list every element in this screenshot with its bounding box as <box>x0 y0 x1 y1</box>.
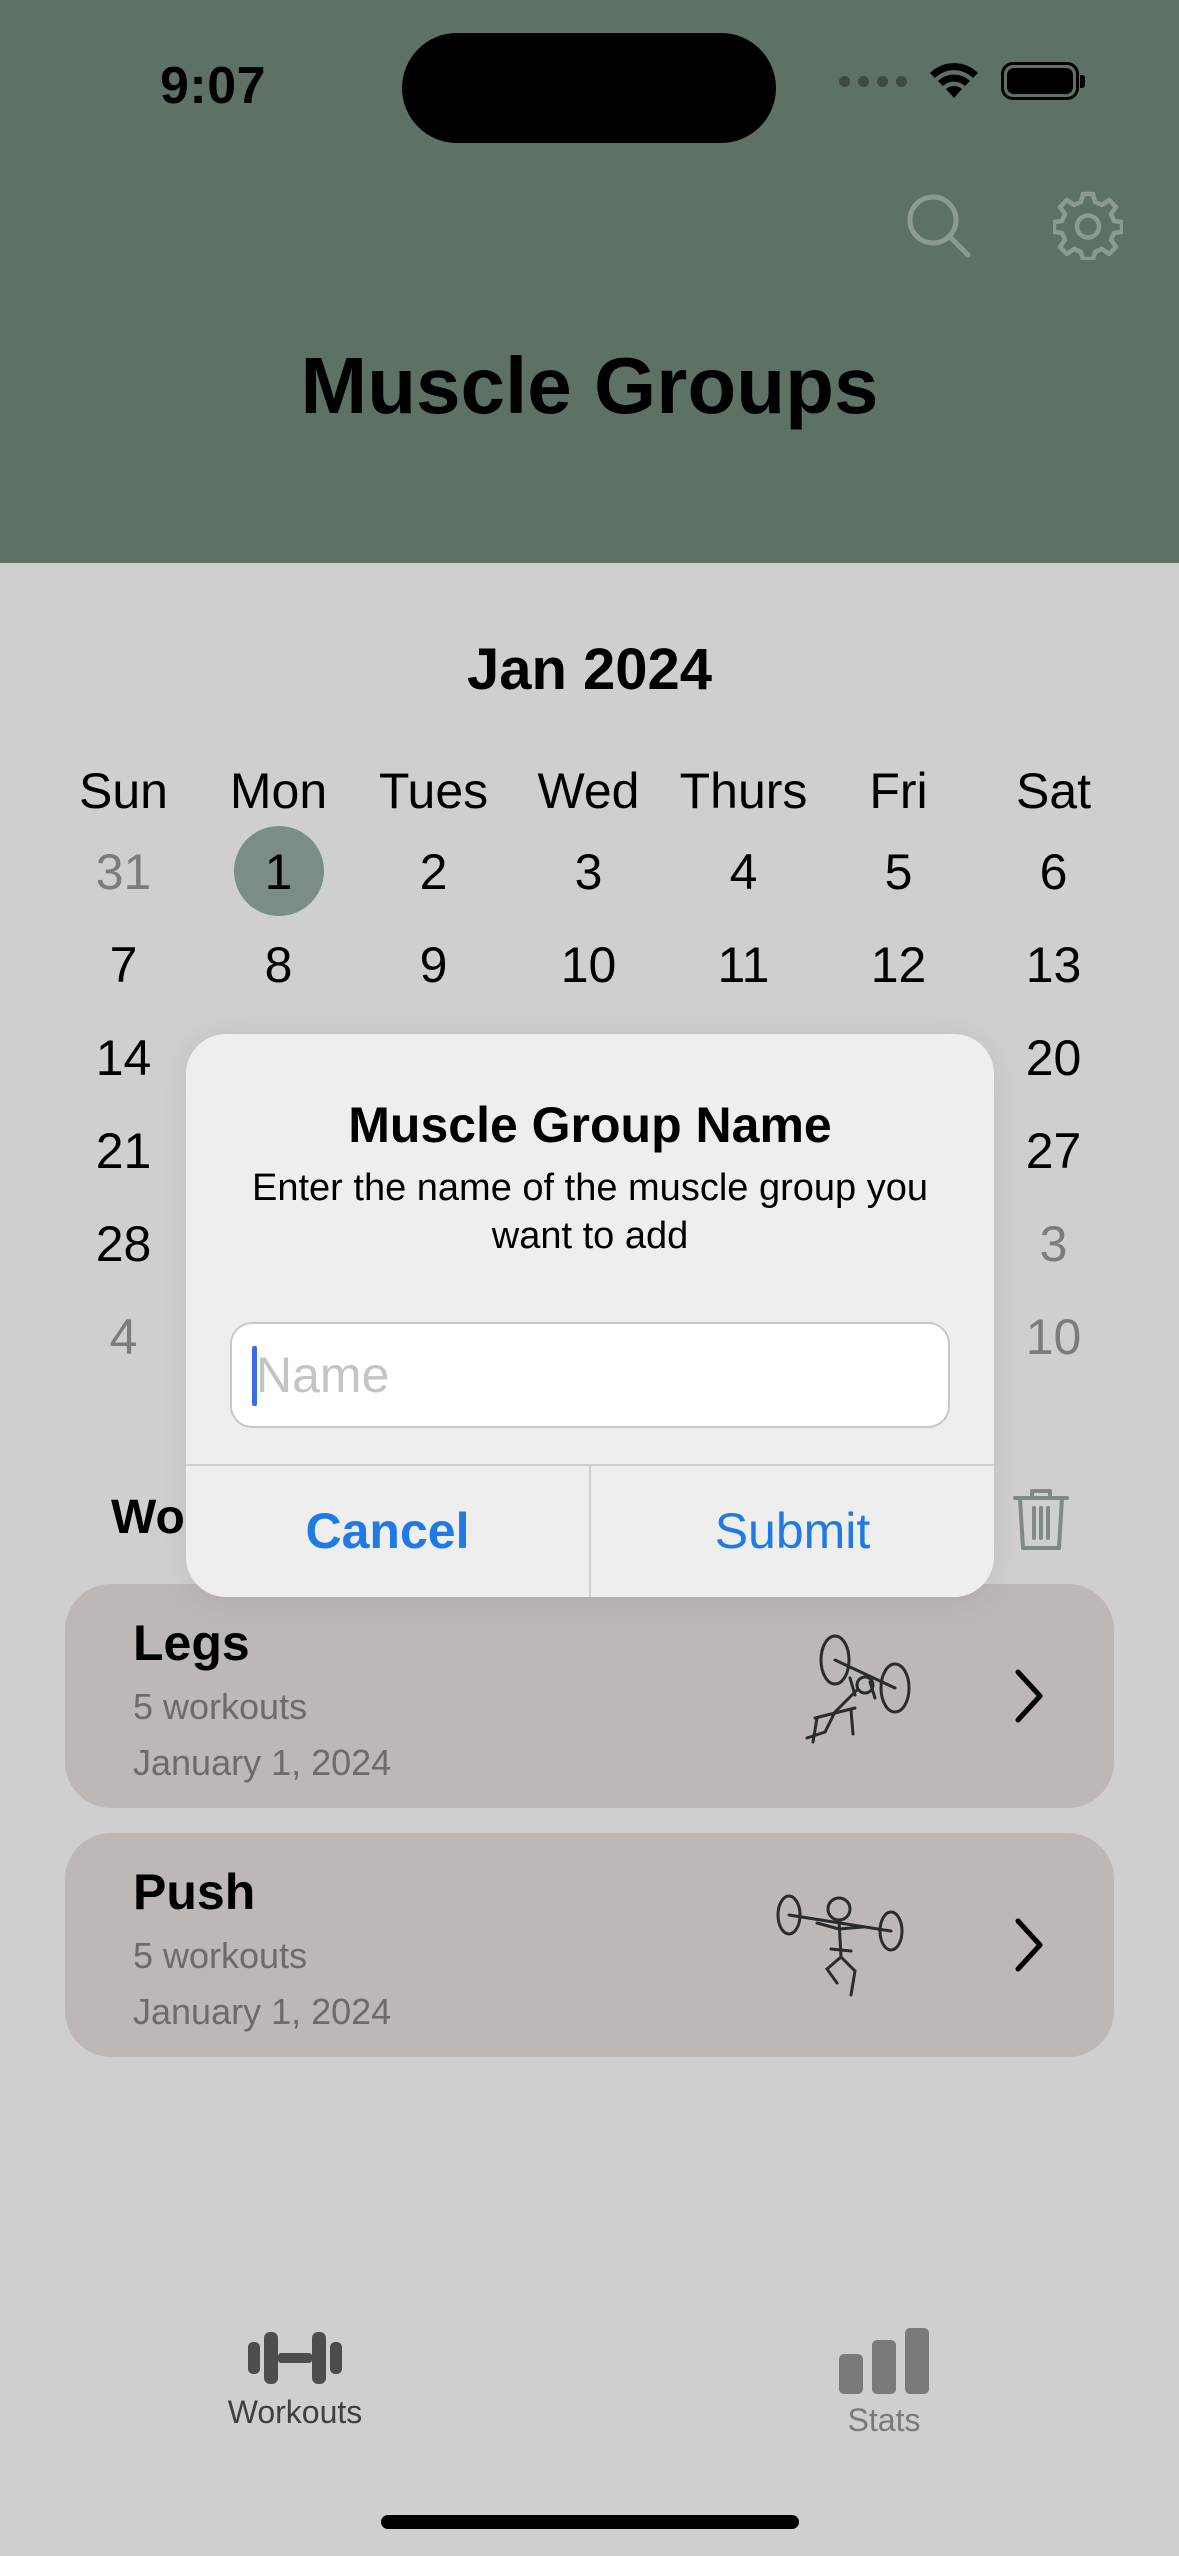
battery-icon <box>1001 62 1085 100</box>
page-title: Muscle Groups <box>300 341 879 430</box>
calendar-day[interactable]: 31 <box>46 826 201 919</box>
name-input[interactable] <box>230 1322 950 1428</box>
dialog-message: Enter the name of the muscle group you w… <box>252 1167 928 1257</box>
calendar-day[interactable]: 10 <box>976 1291 1131 1384</box>
card-title: Legs <box>133 1615 250 1671</box>
tab-label: Stats <box>847 2402 921 2438</box>
card-workout-count: 5 workouts <box>133 1935 308 1976</box>
calendar-weekdays: Sun Mon Tues Wed Thurs Fri Sat <box>46 762 1131 820</box>
bench-press-sketch-icon <box>805 1634 911 1744</box>
calendar-day[interactable]: 21 <box>46 1105 201 1198</box>
wifi-icon <box>930 63 978 98</box>
card-title: Push <box>133 1864 256 1920</box>
tab-stats[interactable]: Stats <box>734 2300 1034 2439</box>
calendar-day[interactable]: 8 <box>201 919 356 1012</box>
workouts-section-title: Wo <box>111 1491 185 1544</box>
calendar-day[interactable]: 6 <box>976 826 1131 919</box>
tab-label: Workouts <box>227 2394 363 2430</box>
calendar-day[interactable]: 14 <box>46 1012 201 1105</box>
weekday-label: Mon <box>229 763 328 819</box>
calendar-day[interactable]: 3 <box>511 826 666 919</box>
trash-icon[interactable] <box>1012 1488 1070 1552</box>
calendar-day[interactable]: 10 <box>511 919 666 1012</box>
submit-button[interactable]: Submit <box>591 1465 994 1597</box>
calendar-day[interactable]: 13 <box>976 919 1131 1012</box>
muscle-group-card[interactable]: Push 5 workouts January 1, 2024 <box>65 1833 1114 2057</box>
status-indicators <box>839 62 1085 100</box>
calendar-day[interactable]: 5 <box>821 826 976 919</box>
card-workout-count: 5 workouts <box>133 1686 308 1727</box>
chevron-right-icon <box>1015 1669 1043 1723</box>
calendar-day[interactable]: 9 <box>356 919 511 1012</box>
cancel-button[interactable]: Cancel <box>186 1465 589 1597</box>
weekday-label: Wed <box>537 763 640 819</box>
weekday-label: Thurs <box>679 763 808 819</box>
text-cursor <box>252 1346 257 1406</box>
calendar-day[interactable]: 3 <box>976 1198 1131 1291</box>
card-date: January 1, 2024 <box>133 1742 392 1783</box>
calendar-day[interactable]: 4 <box>46 1291 201 1384</box>
weekday-label: Fri <box>869 763 928 819</box>
overhead-press-sketch-icon <box>776 1894 904 1997</box>
status-time: 9:07 <box>160 57 267 115</box>
muscle-group-card[interactable]: Legs 5 workouts January 1, 2024 <box>65 1584 1114 1808</box>
weekday-label: Sun <box>79 763 168 819</box>
calendar-day-selected[interactable]: 1 <box>201 826 356 919</box>
gear-icon[interactable] <box>1053 190 1123 260</box>
calendar-day[interactable]: 7 <box>46 919 201 1012</box>
search-icon[interactable] <box>903 190 973 260</box>
calendar-day[interactable]: 4 <box>666 826 821 919</box>
muscle-group-name-dialog: Muscle Group Name Enter the name of the … <box>186 1034 994 1597</box>
calendar-day[interactable]: 12 <box>821 919 976 1012</box>
calendar-month: Jan 2024 <box>466 637 713 702</box>
dumbbell-icon <box>248 2332 342 2384</box>
dynamic-island <box>402 33 776 143</box>
calendar-day[interactable]: 28 <box>46 1198 201 1291</box>
calendar-day[interactable]: 2 <box>356 826 511 919</box>
cellular-signal-icon <box>839 75 907 87</box>
chevron-right-icon <box>1015 1918 1043 1972</box>
bar-chart-icon <box>839 2328 929 2394</box>
calendar-day[interactable]: 27 <box>976 1105 1131 1198</box>
home-indicator <box>381 2515 799 2529</box>
calendar-day[interactable]: 11 <box>666 919 821 1012</box>
tab-workouts[interactable]: Workouts <box>145 2300 445 2431</box>
calendar-day[interactable]: 20 <box>976 1012 1131 1105</box>
dialog-title: Muscle Group Name <box>348 1097 832 1153</box>
weekday-label: Tues <box>378 763 489 819</box>
header: 9:07 Muscle Groups <box>0 0 1179 563</box>
card-date: January 1, 2024 <box>133 1991 392 2032</box>
weekday-label: Sat <box>1015 763 1092 819</box>
